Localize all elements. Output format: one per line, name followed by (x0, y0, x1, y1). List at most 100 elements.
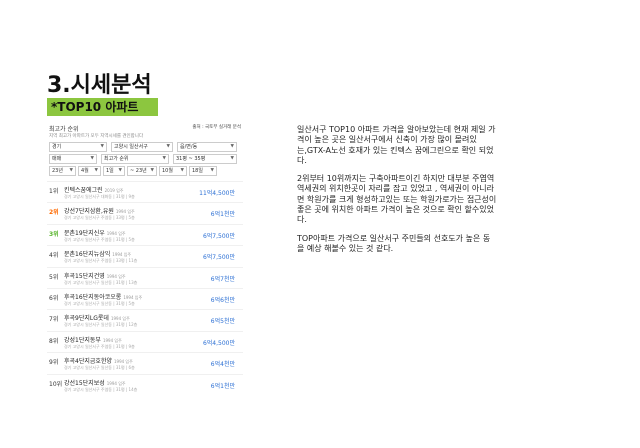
apartment-name-text: 강성1단지동부 (64, 336, 101, 344)
rank-label: 4위 (49, 252, 59, 260)
dong-select[interactable]: 읍/면/동 ▼ (177, 142, 237, 152)
end-day-value: 18일 (192, 168, 203, 174)
apartment-details: 경기 고양시 일산서구 주엽동 | 33평 | 11층 (64, 258, 138, 264)
move-in-year: 1994 입주 (123, 294, 143, 300)
price-label: 6억7천만 (210, 275, 235, 283)
trade-type-select[interactable]: 매매 ▼ (49, 154, 97, 164)
price-label: 6억4,500만 (202, 339, 235, 347)
chevron-down-icon: ▼ (94, 168, 98, 173)
apartment-name: 후곡16단지동아코오롱 1994 입주 (64, 292, 142, 301)
panel-header: 최고가 순위 출처 : 국토부 실거래 분석 (49, 124, 241, 133)
rank-label: 7위 (49, 316, 59, 324)
rank-label: 2위 (49, 209, 59, 217)
start-year-value: 23년 (52, 168, 63, 174)
price-label: 6억6천만 (210, 296, 235, 304)
chevron-down-icon: ▼ (166, 144, 170, 149)
list-item[interactable]: 4위 문촌16단지뉴삼익 1994 입주 경기 고양시 일산서구 주엽동 | 33… (47, 245, 243, 266)
move-in-year: 1994 입주 (106, 273, 126, 279)
end-year-select[interactable]: ~ 23년 ▼ (127, 166, 157, 176)
analysis-paragraph-3: TOP아파트 가격으로 일산서구 주민들의 선호도가 높은 동을 예상 해볼수 … (297, 233, 491, 253)
panel-title: 최고가 순위 (49, 126, 79, 133)
chevron-down-icon: ▼ (118, 168, 122, 173)
chevron-down-icon: ▼ (210, 168, 214, 173)
region-select[interactable]: 경기 ▼ (49, 142, 107, 152)
price-label: 6억1천만 (210, 382, 235, 390)
analysis-text: 일산서구 TOP10 아파트 가격을 알아보았는데 현재 제일 가격이 높은 곳… (297, 125, 497, 262)
apartment-details: 경기 고양시 일산서구 일산동 | 31평 | 13층 (64, 279, 138, 285)
chevron-down-icon: ▼ (69, 168, 73, 173)
section-banner: *TOP10 아파트 (47, 98, 158, 116)
list-item[interactable]: 8위 강성1단지동부 1994 입주 경기 고양시 일산서구 주엽동 | 31평 … (47, 330, 243, 352)
apartment-name: 후곡9단지LG롯데 1994 입주 (64, 313, 130, 322)
chevron-down-icon: ▼ (230, 156, 234, 161)
apartment-name-text: 킨텍스꿈에그린 (64, 187, 103, 194)
rank-label: 9위 (49, 359, 59, 367)
move-in-year: 1994 입주 (102, 337, 122, 343)
rank-label: 8위 (49, 337, 59, 345)
apartment-name: 킨텍스꿈에그린 2019 입주 (64, 185, 123, 194)
end-month-select[interactable]: 10월 ▼ (159, 166, 187, 176)
chevron-down-icon: ▼ (230, 144, 234, 149)
dong-value: 읍/면/동 (180, 144, 198, 150)
sort-select[interactable]: 최고가 순위 ▼ (101, 154, 169, 164)
region-value: 경기 (52, 144, 62, 150)
rank-label: 6위 (49, 294, 59, 302)
rank-label: 10위 (49, 380, 63, 388)
move-in-year: 1994 입주 (112, 252, 132, 258)
chevron-down-icon: ▼ (162, 156, 166, 161)
rank-label: 3위 (49, 230, 59, 238)
apartment-name-text: 문촌19단지신우 (64, 229, 105, 237)
start-month-select[interactable]: 4월 ▼ (78, 166, 101, 176)
move-in-year: 1994 입주 (115, 209, 135, 215)
sort-value: 최고가 순위 (104, 156, 129, 162)
apartment-name: 강성1단지동부 1994 입주 (64, 335, 122, 344)
apartment-name-text: 강선15단지보성 (64, 379, 105, 387)
price-label: 6억1천만 (210, 211, 235, 219)
chevron-down-icon: ▼ (90, 156, 94, 161)
list-item[interactable]: 3위 문촌19단지신우 1994 입주 경기 고양시 일산서구 주엽동 | 31평… (47, 223, 243, 245)
apartment-details: 경기 고양시 일산서구 일산동 | 31평 | 12층 (64, 322, 138, 328)
apartment-details: 경기 고양시 일산서구 주엽동 | 31평 | 9층 (64, 343, 135, 349)
analysis-paragraph-1: 일산서구 TOP10 아파트 가격을 알아보았는데 현재 제일 가격이 높은 곳… (297, 125, 496, 165)
list-item[interactable]: 6위 후곡16단지동아코오롱 1994 입주 경기 고양시 일산서구 일산동 | … (47, 287, 243, 309)
start-month-value: 4월 (81, 168, 89, 174)
list-item[interactable]: 2위 강선7단지삼환,유원 1994 입주 경기 고양시 일산서구 주엽동 | 3… (47, 202, 243, 223)
trade-type-value: 매매 (52, 156, 62, 162)
apartment-name: 강선15단지보성 1994 입주 (64, 378, 126, 387)
panel-subtitle: 지역 최고가 아파트가 모두 지역시세를 견인합니다 (49, 134, 144, 139)
slide-title: 3.시세분석 (47, 73, 152, 98)
end-year-value: ~ 23년 (130, 168, 147, 174)
move-in-year: 1994 입주 (113, 359, 133, 365)
city-value: 고양시 일산서구 (114, 144, 148, 150)
chevron-down-icon: ▼ (150, 168, 154, 173)
rank-label: 5위 (49, 273, 59, 281)
analysis-paragraph-2: 2위부터 10위까지는 구축아파트이긴 하지만 대부분 주엽역 역세권의 위치한… (297, 174, 497, 225)
end-month-value: 10월 (162, 168, 173, 174)
ranking-panel: 최고가 순위 출처 : 국토부 실거래 분석 지역 최고가 아파트가 모두 지역… (47, 121, 243, 433)
list-item[interactable]: 9위 후곡4단지금호한양 1994 입주 경기 고양시 일산서구 일산동 | 31… (47, 352, 243, 373)
price-label: 11억4,500만 (199, 190, 235, 197)
list-item[interactable]: 1위 킨텍스꿈에그린 2019 입주 경기 고양시 일산서구 대화동 | 31평 … (47, 181, 243, 202)
move-in-year: 1994 입주 (110, 316, 130, 322)
apartment-name: 문촌19단지신우 1994 입주 (64, 228, 126, 237)
apartment-name: 후곡4단지금호한양 1994 입주 (64, 356, 133, 365)
apartment-name-text: 후곡16단지동아코오롱 (64, 293, 122, 301)
move-in-year: 1994 입주 (106, 380, 126, 386)
apartment-name: 후곡15단지건영 1994 입주 (64, 271, 126, 280)
chevron-down-icon: ▼ (100, 144, 104, 149)
move-in-year: 1994 입주 (106, 230, 126, 236)
start-year-select[interactable]: 23년 ▼ (49, 166, 76, 176)
start-day-value: 1일 (106, 168, 114, 174)
list-item[interactable]: 10위 강선15단지보성 1994 입주 경기 고양시 일산서구 주엽동 | 31… (47, 373, 243, 395)
rank-label: 1위 (49, 188, 59, 195)
list-item[interactable]: 5위 후곡15단지건영 1994 입주 경기 고양시 일산서구 일산동 | 31평… (47, 266, 243, 288)
size-select[interactable]: 31평 ~ 35평 ▼ (173, 154, 237, 164)
apartment-name: 문촌16단지뉴삼익 1994 입주 (64, 249, 131, 258)
list-item[interactable]: 7위 후곡9단지LG롯데 1994 입주 경기 고양시 일산서구 일산동 | 31… (47, 309, 243, 330)
apartment-details: 경기 고양시 일산서구 주엽동 | 33평 | 5층 (64, 215, 135, 221)
start-day-select[interactable]: 1일 ▼ (103, 166, 125, 176)
city-select[interactable]: 고양시 일산서구 ▼ (111, 142, 173, 152)
apartment-details: 경기 고양시 일산서구 일산동 | 31평 | 5층 (64, 300, 135, 306)
move-in-year: 2019 입주 (104, 188, 124, 193)
end-day-select[interactable]: 18일 ▼ (189, 166, 217, 176)
